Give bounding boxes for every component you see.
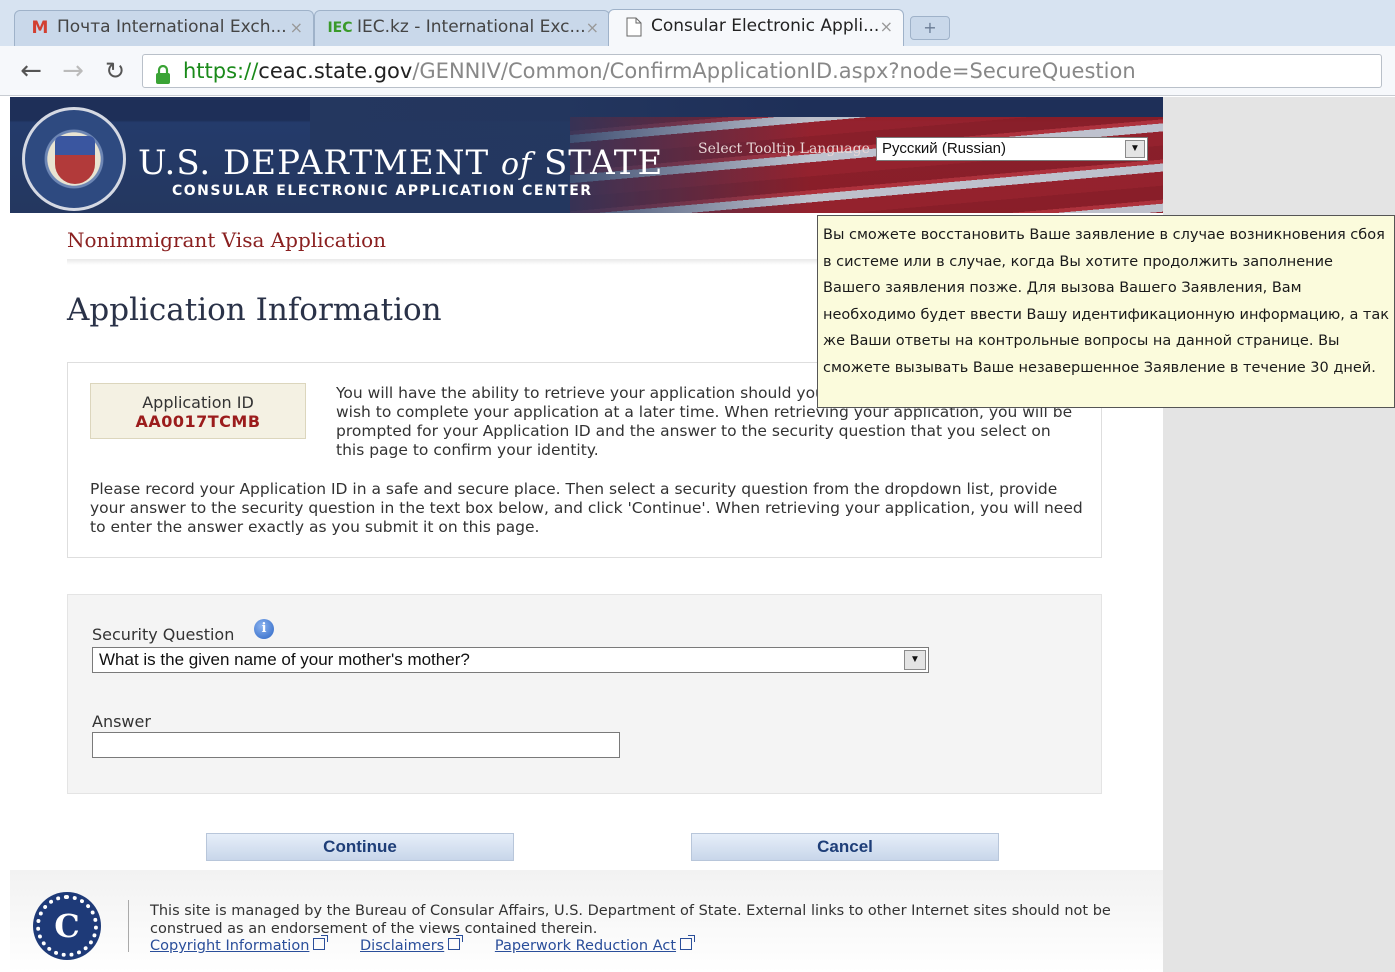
site-subtitle: CONSULAR ELECTRONIC APPLICATION CENTER [172, 183, 593, 199]
divider [128, 900, 129, 952]
external-link-icon [680, 935, 696, 950]
url-path: /GENNIV/Common/ConfirmApplicationID.aspx… [412, 59, 1136, 83]
answer-input[interactable] [92, 732, 620, 758]
page-title: Application Information [67, 292, 442, 328]
help-tooltip: Вы сможете восстановить Ваше заявление в… [817, 215, 1395, 408]
browser-tab-strip: M Почта International Exch... × IEC IEC.… [0, 0, 1395, 47]
application-id-box: Application ID AA0017TCMB [90, 383, 306, 439]
instructions-text: Please record your Application ID in a s… [90, 480, 1083, 536]
tab-gmail[interactable]: M Почта International Exch... × [14, 10, 314, 46]
lock-icon [154, 62, 172, 84]
application-id-value: AA0017TCMB [135, 412, 261, 431]
site-banner: U.S. DEPARTMENT of STATE CONSULAR ELECTR… [10, 97, 1163, 213]
info-icon[interactable]: i [254, 619, 274, 639]
address-bar[interactable]: https://ceac.state.gov/GENNIV/Common/Con… [142, 54, 1382, 88]
cancel-button[interactable]: Cancel [691, 833, 999, 861]
new-tab-button[interactable]: + [910, 16, 950, 40]
forward-icon[interactable]: → [58, 56, 88, 86]
chevron-down-icon[interactable]: ▼ [1125, 140, 1145, 158]
browser-toolbar: ← → ↻ https://ceac.state.gov/GENNIV/Comm… [0, 46, 1395, 96]
continue-button[interactable]: Continue [206, 833, 514, 861]
answer-label: Answer [92, 712, 151, 731]
state-department-seal-icon[interactable] [22, 107, 126, 211]
tab-iec[interactable]: IEC IEC.kz - International Exc... × [314, 10, 610, 46]
iec-icon: IEC [327, 20, 353, 36]
url-host: ceac.state.gov [258, 59, 413, 83]
tooltip-language-select[interactable]: Русский (Russian) ▼ [876, 137, 1148, 161]
application-id-label: Application ID [142, 393, 254, 412]
external-link-icon [313, 935, 329, 950]
security-question-label: Security Question [92, 625, 235, 644]
disclaimers-link[interactable]: Disclaimers [360, 935, 464, 954]
reload-icon[interactable]: ↻ [100, 56, 130, 86]
department-title: U.S. DEPARTMENT of STATE [138, 143, 664, 183]
tab-label: Consular Electronic Appli... [651, 16, 880, 36]
back-icon[interactable]: ← [16, 56, 46, 86]
page-icon [623, 17, 645, 37]
close-tab-icon[interactable]: × [290, 18, 303, 37]
gmail-icon: M [31, 18, 49, 38]
copyright-link[interactable]: Copyright Information [150, 935, 329, 954]
tab-ceac[interactable]: Consular Electronic Appli... × [608, 9, 904, 47]
breadcrumb: Nonimmigrant Visa Application [67, 228, 387, 252]
security-question-select[interactable]: What is the given name of your mother's … [92, 647, 929, 673]
security-question-form: Security Question i What is the given na… [67, 594, 1102, 794]
footer-links: Copyright Information Disclaimers Paperw… [150, 935, 722, 954]
footer: C This site is managed by the Bureau of … [10, 870, 1163, 972]
tooltip-language-label: Select Tooltip Language [698, 141, 870, 157]
url-scheme: https:// [183, 59, 259, 83]
close-tab-icon[interactable]: × [880, 17, 893, 36]
footer-text: This site is managed by the Bureau of Co… [150, 903, 1111, 937]
external-link-icon [448, 935, 464, 950]
consular-affairs-logo-icon: C [36, 895, 98, 957]
tab-label: IEC.kz - International Exc... [357, 17, 586, 37]
paperwork-reduction-link[interactable]: Paperwork Reduction Act [495, 935, 696, 954]
tab-label: Почта International Exch... [57, 17, 287, 37]
chevron-down-icon[interactable]: ▼ [904, 650, 926, 670]
close-tab-icon[interactable]: × [586, 18, 599, 37]
